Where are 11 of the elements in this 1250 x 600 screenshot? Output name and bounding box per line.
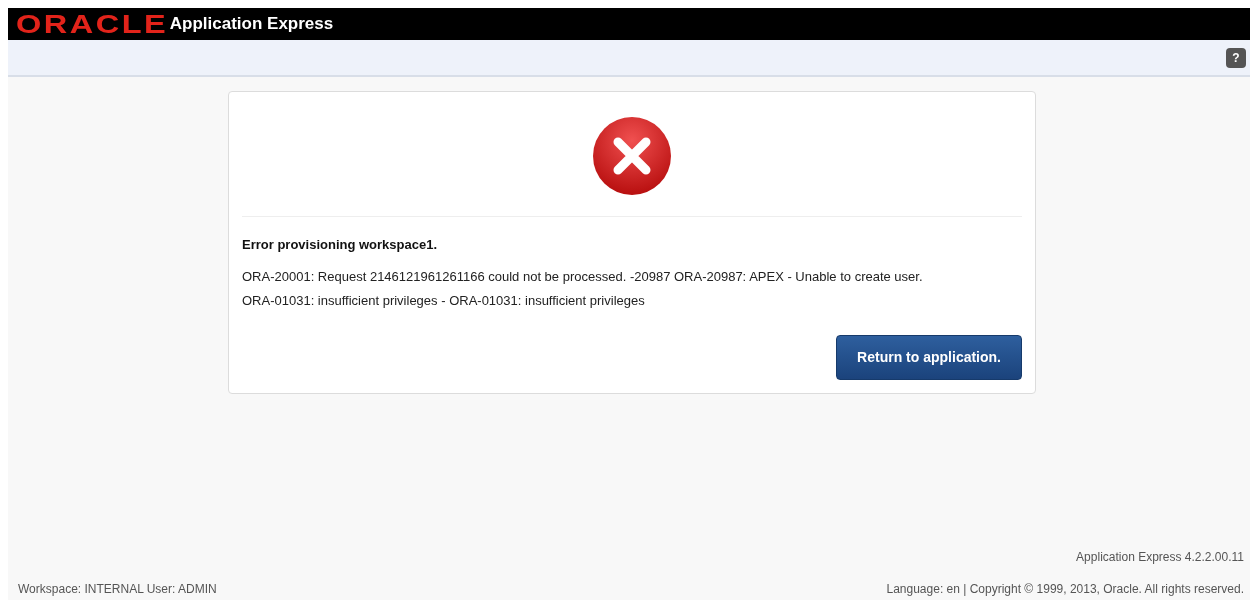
error-message: ORA-01031: insufficient privileges - ORA-01031: insufficient privileges <box>242 292 646 310</box>
version-text: Application Express 4.2.2.00.11 <box>1076 549 1244 566</box>
help-button[interactable]: ? <box>1226 47 1246 68</box>
error-icon <box>592 116 672 196</box>
return-button[interactable]: Return to application. <box>836 334 1022 380</box>
copyright-text: Language: en | Copyright © 1999, 2013, Oracle. All rights reserved. <box>886 581 1244 598</box>
oracle-logo: ORACLE <box>16 11 169 37</box>
app-title: Application Express <box>169 13 334 36</box>
user-info: Workspace: INTERNAL User: ADMIN <box>18 581 217 598</box>
error-message: ORA-20001: Request 2146121961261166 could not be processed. -20987 ORA-20987: APEX - Unable to create user. <box>242 267 924 286</box>
error-heading: Error provisioning workspace1. <box>242 236 439 254</box>
